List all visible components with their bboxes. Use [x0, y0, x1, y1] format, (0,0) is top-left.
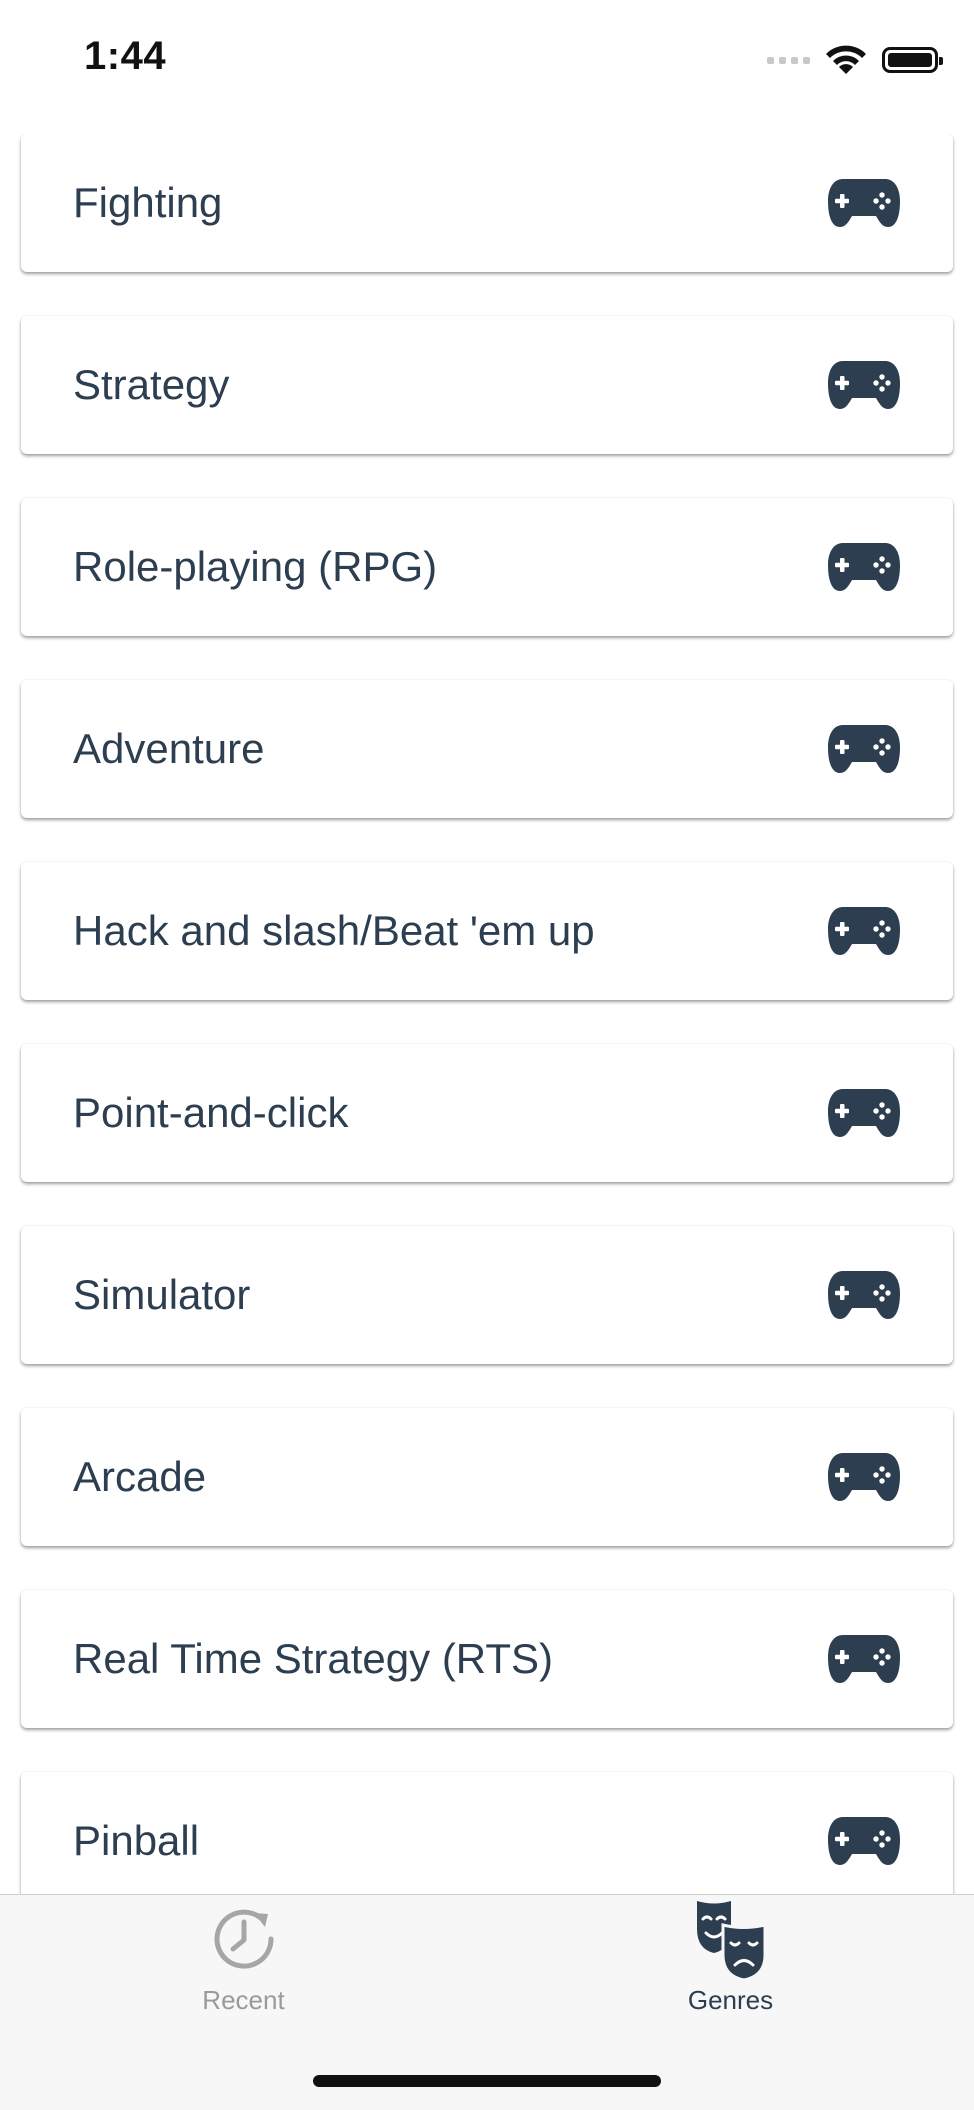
genre-item-strategy[interactable]: Strategy: [21, 316, 953, 454]
tab-recent-label: Recent: [202, 1985, 285, 2015]
genre-item-adventure[interactable]: Adventure: [21, 680, 953, 818]
gamepad-icon: [828, 1453, 900, 1501]
tab-recent[interactable]: Recent: [0, 1895, 487, 2025]
tab-genres-label: Genres: [687, 1985, 774, 2015]
status-bar: 1:44: [0, 0, 974, 120]
genre-item-label: Simulator: [73, 1271, 251, 1318]
battery-icon: [882, 47, 943, 73]
tab-bar: Recent Genres: [0, 1894, 974, 2110]
genre-item-fighting[interactable]: Fighting: [21, 134, 953, 272]
theater-masks-icon: [696, 1901, 766, 1981]
status-time: 1:44: [84, 34, 167, 78]
genre-item-real-time-strategy[interactable]: Real Time Strategy (RTS): [21, 1590, 953, 1728]
genre-list[interactable]: Fighting Strategy Role-playing (RPG) Adv…: [0, 134, 974, 1894]
genre-item-label: Point-and-click: [73, 1089, 349, 1136]
wifi-icon: [826, 45, 866, 74]
genre-item-label: Role-playing (RPG): [73, 543, 438, 590]
genre-item-label: Pinball: [73, 1817, 200, 1864]
history-icon: [214, 1909, 274, 1969]
gamepad-icon: [828, 907, 900, 955]
tab-genres[interactable]: Genres: [487, 1895, 974, 2025]
gamepad-icon: [828, 179, 900, 227]
home-indicator: [313, 2075, 661, 2087]
gamepad-icon: [828, 1635, 900, 1683]
genre-item-role-playing[interactable]: Role-playing (RPG): [21, 498, 953, 636]
gamepad-icon: [828, 725, 900, 773]
genre-item-label: Fighting: [73, 179, 223, 226]
genre-item-label: Adventure: [73, 725, 265, 772]
gamepad-icon: [828, 1271, 900, 1319]
genre-item-point-and-click[interactable]: Point-and-click: [21, 1044, 953, 1182]
genre-item-label: Arcade: [73, 1453, 207, 1500]
genre-item-simulator[interactable]: Simulator: [21, 1226, 953, 1364]
genre-item-label: Real Time Strategy (RTS): [73, 1635, 554, 1682]
status-icons: [767, 44, 943, 76]
gamepad-icon: [828, 543, 900, 591]
gamepad-icon: [828, 361, 900, 409]
gamepad-icon: [828, 1817, 900, 1865]
genre-item-arcade[interactable]: Arcade: [21, 1408, 953, 1546]
genre-item-label: Hack and slash/Beat 'em up: [73, 907, 595, 954]
gamepad-icon: [828, 1089, 900, 1137]
genre-item-hack-and-slash[interactable]: Hack and slash/Beat 'em up: [21, 862, 953, 1000]
genre-item-label: Strategy: [73, 361, 230, 408]
cellular-signal-icon: [767, 56, 810, 64]
genre-item-pinball[interactable]: Pinball: [21, 1772, 953, 1894]
